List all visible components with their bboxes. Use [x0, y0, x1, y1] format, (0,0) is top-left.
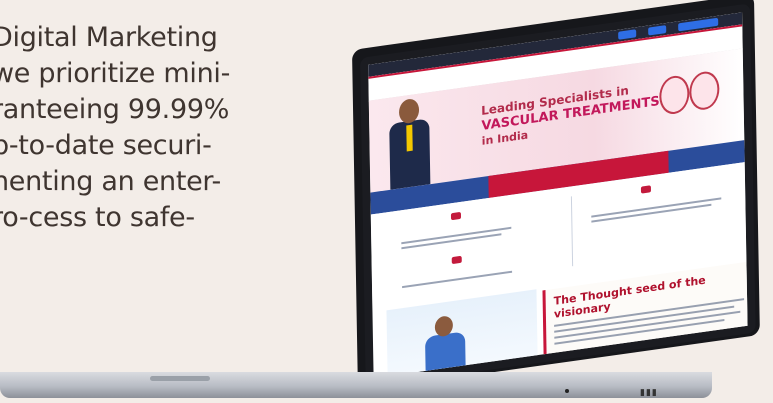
laptop-notch — [150, 376, 210, 381]
copy-line: p-to-date securi- — [0, 130, 212, 161]
topbar-button[interactable] — [648, 25, 667, 36]
service-icon — [451, 255, 462, 265]
service-icon — [640, 185, 652, 194]
service-icon — [450, 211, 462, 221]
doctor-image — [387, 96, 433, 190]
marketing-copy: Digital Marketing we prioritize mini- ra… — [0, 20, 292, 236]
copy-line: nenting an enter- — [0, 166, 221, 197]
copy-line: Digital Marketing — [0, 22, 218, 53]
copy-line: ro-cess to safe- — [0, 202, 195, 233]
port-icons: ▮▮▮ — [640, 388, 658, 398]
laptop-screen: Leading Specialists in VASCULAR TREATMEN… — [360, 3, 756, 388]
topbar-button[interactable] — [618, 29, 637, 40]
copy-line: ranteeing 99.99% — [0, 94, 230, 125]
laptop-base — [0, 372, 712, 398]
leg-illustration — [659, 69, 720, 118]
copy-line: we prioritize mini- — [0, 58, 231, 89]
power-indicator — [565, 389, 569, 393]
